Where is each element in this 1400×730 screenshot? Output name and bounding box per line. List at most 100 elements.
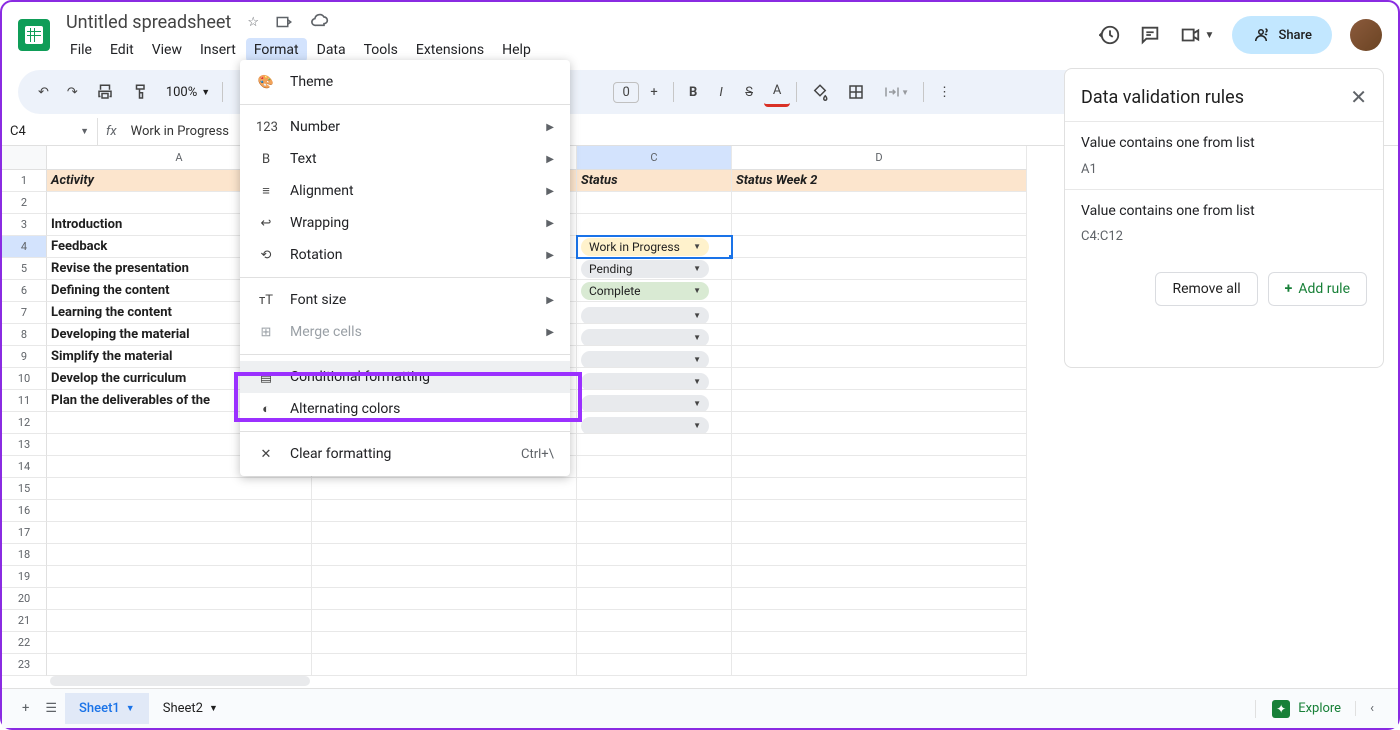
status-chip[interactable]: Pending▼ xyxy=(581,260,709,278)
validation-rule[interactable]: Value contains one from listA1 xyxy=(1065,121,1383,189)
remove-all-button[interactable]: Remove all xyxy=(1155,272,1257,306)
row-header[interactable]: 15 xyxy=(2,478,47,500)
doc-title[interactable]: Untitled spreadsheet xyxy=(62,10,235,35)
cell[interactable] xyxy=(47,544,312,566)
row-header[interactable]: 5 xyxy=(2,258,47,280)
undo-button[interactable]: ↶ xyxy=(30,79,57,106)
row-header[interactable]: 11 xyxy=(2,390,47,412)
cell[interactable] xyxy=(312,522,577,544)
text-color-button[interactable]: A xyxy=(764,77,790,107)
row-header[interactable]: 13 xyxy=(2,434,47,456)
cell[interactable] xyxy=(47,500,312,522)
cell[interactable] xyxy=(312,566,577,588)
fill-color-button[interactable] xyxy=(803,77,837,107)
row-header[interactable]: 4 xyxy=(2,236,47,258)
column-header[interactable]: D xyxy=(732,146,1027,170)
status-chip[interactable]: Work in Progress▼ xyxy=(581,238,709,256)
cell[interactable]: Status Week 2 xyxy=(732,170,1027,192)
font-size-inc[interactable]: + xyxy=(641,79,667,106)
column-header[interactable]: C xyxy=(577,146,732,170)
cell[interactable] xyxy=(732,588,1027,610)
cell[interactable] xyxy=(47,566,312,588)
star-icon[interactable]: ☆ xyxy=(243,11,263,34)
menu-tools[interactable]: Tools xyxy=(356,38,406,62)
cell[interactable] xyxy=(577,478,732,500)
explore-button[interactable]: ✦ Explore xyxy=(1255,700,1341,718)
merge-button[interactable]: ▼ xyxy=(875,77,917,107)
row-header[interactable]: 22 xyxy=(2,632,47,654)
cell[interactable] xyxy=(577,500,732,522)
row-header[interactable]: 9 xyxy=(2,346,47,368)
row-header[interactable]: 6 xyxy=(2,280,47,302)
cloud-status-icon[interactable] xyxy=(305,8,333,36)
cell[interactable]: Complete▼ xyxy=(577,280,732,302)
cell[interactable]: ▼ xyxy=(577,324,732,346)
cell[interactable] xyxy=(577,544,732,566)
row-header[interactable]: 21 xyxy=(2,610,47,632)
cell[interactable] xyxy=(732,632,1027,654)
print-button[interactable] xyxy=(88,77,122,107)
cell[interactable] xyxy=(732,610,1027,632)
menu-insert[interactable]: Insert xyxy=(192,38,244,62)
row-header[interactable]: 1 xyxy=(2,170,47,192)
menu-file[interactable]: File xyxy=(62,38,100,62)
menu-edit[interactable]: Edit xyxy=(102,38,142,62)
cell[interactable]: Work in Progress▼ xyxy=(577,236,732,258)
status-chip[interactable]: ▼ xyxy=(581,329,709,346)
cell[interactable] xyxy=(312,654,577,676)
menu-item-text[interactable]: BText▶ xyxy=(240,143,570,175)
row-header[interactable]: 23 xyxy=(2,654,47,676)
cell[interactable] xyxy=(732,280,1027,302)
menu-item-clear-formatting[interactable]: ✕Clear formattingCtrl+\ xyxy=(240,438,570,470)
status-chip[interactable]: ▼ xyxy=(581,307,709,324)
history-icon[interactable] xyxy=(1099,24,1121,46)
cell[interactable] xyxy=(47,522,312,544)
sheet-tab[interactable]: Sheet1 ▼ xyxy=(65,693,149,724)
cell[interactable] xyxy=(732,566,1027,588)
menu-item-rotation[interactable]: ⟲Rotation▶ xyxy=(240,239,570,271)
sheets-logo[interactable] xyxy=(18,19,50,51)
menu-help[interactable]: Help xyxy=(494,38,539,62)
row-header[interactable]: 3 xyxy=(2,214,47,236)
cell[interactable] xyxy=(47,588,312,610)
menu-item-conditional-formatting[interactable]: ▤Conditional formatting xyxy=(240,361,570,393)
cell[interactable]: Status xyxy=(577,170,732,192)
row-header[interactable]: 17 xyxy=(2,522,47,544)
cell[interactable] xyxy=(732,500,1027,522)
redo-button[interactable]: ↷ xyxy=(59,79,86,106)
cell[interactable] xyxy=(312,632,577,654)
row-header[interactable]: 18 xyxy=(2,544,47,566)
cell[interactable] xyxy=(577,522,732,544)
cell[interactable] xyxy=(732,434,1027,456)
borders-button[interactable] xyxy=(839,77,873,107)
bold-button[interactable]: B xyxy=(680,79,706,106)
close-icon[interactable]: ✕ xyxy=(1350,85,1367,109)
cell[interactable]: ▼ xyxy=(577,412,732,434)
menu-item-font-size[interactable]: тTFont size▶ xyxy=(240,284,570,316)
row-header[interactable]: 20 xyxy=(2,588,47,610)
account-avatar[interactable] xyxy=(1350,19,1382,51)
add-rule-button[interactable]: +Add rule xyxy=(1268,272,1367,306)
row-header[interactable]: 19 xyxy=(2,566,47,588)
cell[interactable] xyxy=(732,236,1027,258)
row-header[interactable]: 12 xyxy=(2,412,47,434)
menu-item-alignment[interactable]: ≡Alignment▶ xyxy=(240,175,570,207)
row-header[interactable]: 2 xyxy=(2,192,47,214)
cell[interactable]: ▼ xyxy=(577,390,732,412)
cell[interactable] xyxy=(732,192,1027,214)
cell[interactable]: ▼ xyxy=(577,302,732,324)
cell[interactable] xyxy=(312,500,577,522)
menu-extensions[interactable]: Extensions xyxy=(408,38,492,62)
cell[interactable] xyxy=(577,588,732,610)
name-box[interactable]: C4▼ xyxy=(2,118,98,145)
cell[interactable] xyxy=(577,610,732,632)
cell[interactable] xyxy=(732,654,1027,676)
select-all-corner[interactable] xyxy=(2,146,47,170)
cell[interactable] xyxy=(47,610,312,632)
cell[interactable] xyxy=(732,390,1027,412)
cell[interactable] xyxy=(47,654,312,676)
menu-item-alternating-colors[interactable]: ◐Alternating colors xyxy=(240,393,570,425)
move-icon[interactable] xyxy=(271,9,297,35)
status-chip[interactable]: ▼ xyxy=(581,351,709,368)
cell[interactable] xyxy=(312,544,577,566)
